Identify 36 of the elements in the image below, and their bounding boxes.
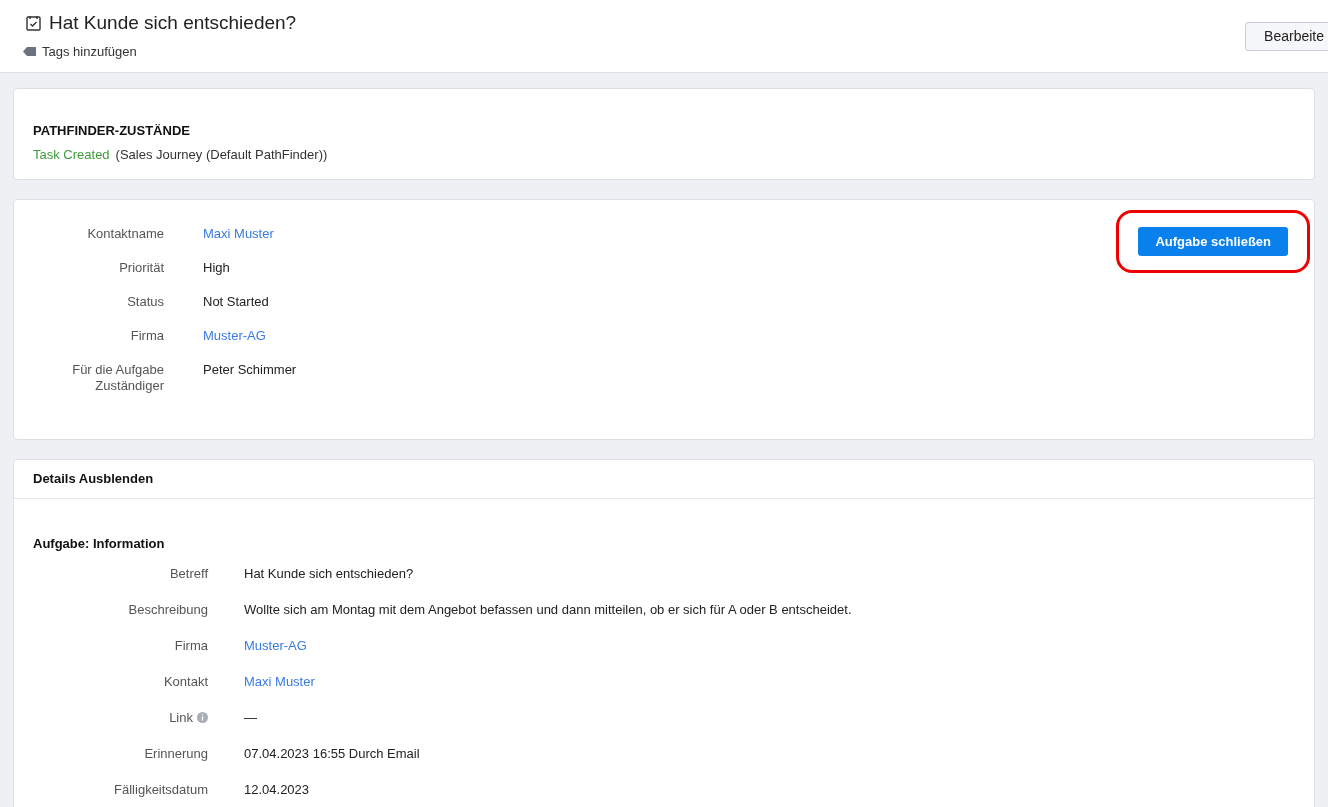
field-label: Status [126,294,164,310]
field-label: Link [169,709,193,726]
pathfinder-title: PATHFINDER-ZUSTÄNDE [33,122,191,140]
field-label: Fälligkeitsdatum [114,781,208,798]
field-value: High [203,260,230,276]
edit-button[interactable]: Bearbeite [1245,22,1328,51]
pathfinder-state: Task Created [33,145,110,164]
field-value[interactable]: Maxi Muster [203,226,274,242]
field-value[interactable]: Maxi Muster [244,673,315,690]
add-tags-link[interactable]: Tags hinzufügen [42,41,137,61]
pathfinder-journey: (Sales Journey (Default PathFinder)) [115,145,328,164]
tag-icon [23,45,36,57]
field-label: Für die Aufgabe Zuständiger [71,362,164,394]
task-checkbox-icon [26,15,41,32]
info-icon[interactable] [197,712,208,723]
field-label: Firma [129,328,164,344]
field-label: Betreff [169,565,208,582]
field-label: Priorität [118,260,164,276]
field-value: Wollte sich am Montag mit dem Angebot befassen und dann mitteilen, ob er sich für A oder B entscheidet. [244,601,852,618]
field-value: Hat Kunde sich entschieden? [244,565,414,582]
close-task-button[interactable]: Aufgabe schließen [1138,227,1288,256]
field-value: Not Started [203,294,269,310]
field-value[interactable]: Muster-AG [244,637,307,654]
field-value: Peter Schimmer [203,362,297,379]
page-title: Hat Kunde sich entschieden? [49,11,297,35]
field-label: Kontakt [163,673,208,690]
hide-details-toggle[interactable]: Details Ausblenden [33,469,154,489]
field-value: 07.04.2023 16:55 Durch Email [244,745,420,762]
field-label: Kontaktname [86,226,164,242]
section-title: Aufgabe: Information [33,535,166,553]
field-label: Beschreibung [128,601,208,618]
field-label: Firma [174,637,208,654]
field-value[interactable]: Muster-AG [203,328,266,344]
field-label: Erinnerung [144,745,208,762]
field-value: 12.04.2023 [244,781,310,798]
field-value: — [244,709,257,726]
